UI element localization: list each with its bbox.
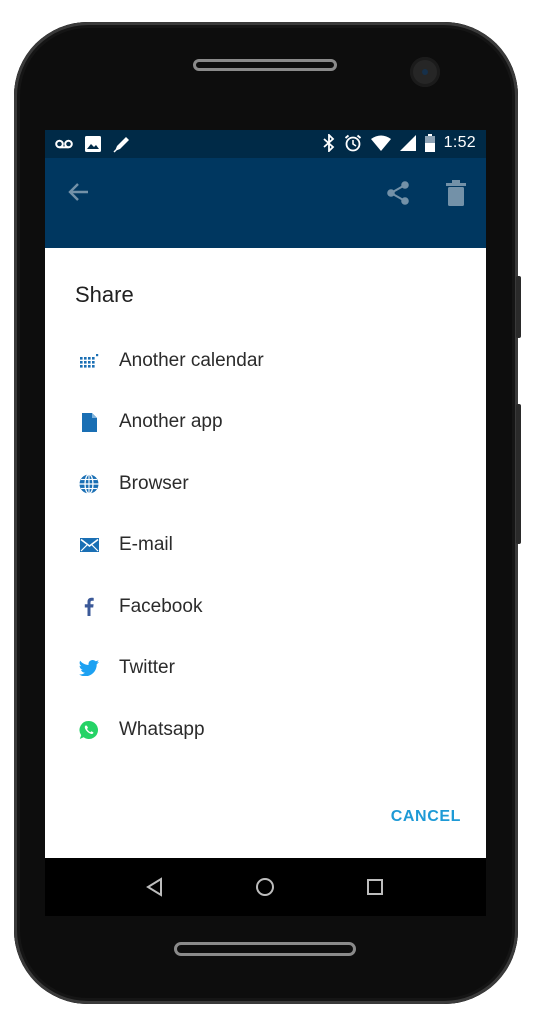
share-options-list: Another calendar Another app Browser E-m… <box>45 330 486 761</box>
front-camera <box>410 57 440 87</box>
share-option-another-app[interactable]: Another app <box>45 392 486 454</box>
battery-icon <box>424 134 435 152</box>
share-option-browser[interactable]: Browser <box>45 453 486 515</box>
twitter-icon <box>79 658 99 678</box>
share-option-facebook[interactable]: Facebook <box>45 576 486 638</box>
bluetooth-icon <box>323 134 334 152</box>
image-icon <box>85 136 101 152</box>
home-circle-icon[interactable] <box>255 877 275 897</box>
back-arrow-icon[interactable] <box>67 180 91 204</box>
globe-icon <box>79 473 99 494</box>
share-option-label: Another app <box>119 411 223 433</box>
navigation-bar <box>45 858 486 916</box>
wifi-icon <box>370 135 391 151</box>
share-option-label: Facebook <box>119 595 203 617</box>
share-dialog: Share Another calendar Another app Brows… <box>45 248 486 858</box>
screen: 1:52 Share Another calendar Another app … <box>45 130 486 916</box>
power-button <box>516 404 521 544</box>
signal-icon <box>399 135 416 151</box>
earpiece-speaker <box>193 59 337 71</box>
calendar-dots-icon <box>79 351 99 371</box>
status-bar: 1:52 <box>45 130 486 158</box>
share-option-whatsapp[interactable]: Whatsapp <box>45 699 486 761</box>
share-option-label: Another calendar <box>119 349 264 371</box>
recents-square-icon[interactable] <box>366 877 384 897</box>
share-option-label: Twitter <box>119 657 175 679</box>
share-icon[interactable] <box>385 180 411 206</box>
share-option-label: E-mail <box>119 534 173 556</box>
share-option-email[interactable]: E-mail <box>45 515 486 577</box>
share-option-twitter[interactable]: Twitter <box>45 638 486 700</box>
document-icon <box>79 412 99 432</box>
volume-button <box>516 276 521 338</box>
back-triangle-icon[interactable] <box>146 877 164 897</box>
share-option-label: Whatsapp <box>119 718 205 740</box>
dialog-title: Share <box>75 282 134 307</box>
share-option-another-calendar[interactable]: Another calendar <box>45 330 486 392</box>
envelope-icon <box>79 535 99 555</box>
cancel-button[interactable]: CANCEL <box>391 808 461 826</box>
bottom-speaker <box>174 942 356 956</box>
share-option-label: Browser <box>119 472 189 494</box>
alarm-icon <box>344 134 361 152</box>
edit-pen-icon <box>113 137 129 153</box>
delete-icon[interactable] <box>445 180 467 206</box>
facebook-icon <box>79 597 99 617</box>
app-bar <box>45 158 486 248</box>
whatsapp-icon <box>79 720 99 740</box>
voicemail-icon <box>55 139 73 149</box>
status-time: 1:52 <box>443 134 476 151</box>
